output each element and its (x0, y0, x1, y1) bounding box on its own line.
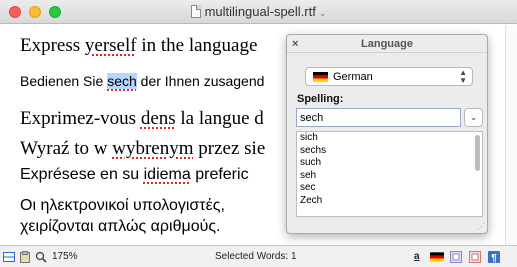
text-segment: Bedienen Sie (20, 73, 108, 89)
chevron-down-icon[interactable]: ⌄ (319, 8, 327, 18)
text-line-german: Bedienen Sie sech der Ihnen zusagend (20, 73, 264, 89)
suggestions-list[interactable]: sich sechs such seh sec Zech (296, 131, 483, 217)
text-line-greek-2: χειρίζονται απλώς αριθμούς. (20, 218, 221, 236)
vertical-scrollbar[interactable] (505, 25, 517, 245)
zoom-level[interactable]: 175% (52, 251, 78, 262)
paragraph-icon[interactable]: ¶ (488, 251, 500, 263)
text-segment: in the language (136, 35, 258, 56)
text-segment: przez sie (193, 138, 266, 159)
text-segment: Express (20, 35, 85, 56)
selected-misspelled-word[interactable]: sech (107, 73, 137, 89)
document-icon (190, 5, 201, 18)
list-item[interactable]: sich (297, 132, 482, 145)
clipboard-icon[interactable] (19, 251, 31, 263)
spelling-label: Spelling: (297, 93, 344, 105)
chevron-down-icon: ⌄ (469, 112, 478, 122)
svg-text:¶: ¶ (491, 253, 497, 263)
layout-icon[interactable] (3, 251, 15, 263)
list-item[interactable]: seh (297, 170, 482, 183)
misspelled-word[interactable]: wybrenym (112, 138, 193, 159)
text-segment: χειρίζονται απλώς αριθμούς. (20, 218, 221, 235)
document-window: multilingual-spell.rtf ⌄ Express yerself … (0, 0, 517, 267)
misspelled-word[interactable]: dens (141, 108, 176, 129)
resize-grip-icon[interactable]: ⋰ (477, 222, 485, 231)
language-name: German (333, 71, 373, 83)
text-segment: der Ihnen zusagend (136, 73, 265, 89)
selected-words-count: Selected Words: 1 (215, 251, 297, 262)
text-segment: Οι ηλεκτρονικοί υπολογιστές, (20, 197, 225, 214)
spelling-input[interactable] (296, 108, 461, 127)
misspelled-word[interactable]: idiema (144, 166, 191, 183)
text-segment: Exprimez-vous (20, 108, 141, 129)
language-select[interactable]: German ▲ ▼ (305, 67, 473, 86)
spelling-dropdown-button[interactable]: ⌄ (464, 108, 483, 127)
text-line-french: Exprimez-vous dens la langue d (20, 108, 264, 130)
list-item[interactable]: Zech (297, 195, 482, 208)
list-item[interactable]: sechs (297, 145, 482, 158)
status-bar: 175% Selected Words: 1 a ¶ (0, 245, 517, 267)
updown-arrows-icon: ▲ ▼ (459, 68, 467, 85)
text-line-english: Express yerself in the language (20, 35, 257, 57)
text-segment: la langue d (175, 108, 264, 129)
text-segment: Exprésese en su (20, 166, 144, 183)
window-title[interactable]: multilingual-spell.rtf ⌄ (0, 4, 517, 19)
text-segment: Wyraź to w (20, 138, 113, 159)
page-layout-icon[interactable] (469, 251, 481, 263)
list-item[interactable]: such (297, 157, 482, 170)
german-flag-icon[interactable] (430, 252, 444, 262)
underline-char-icon[interactable]: a (414, 251, 420, 262)
text-line-greek-1: Οι ηλεκτρονικοί υπολογιστές, (20, 197, 225, 215)
title-bar[interactable]: multilingual-spell.rtf ⌄ (0, 0, 517, 24)
document-format-icon[interactable] (450, 251, 462, 263)
language-panel: Language × German ▲▼ Spelling: ⌄ sich se… (286, 34, 488, 234)
window-title-text: multilingual-spell.rtf (204, 4, 316, 19)
text-line-spanish: Exprésese en su idiema preferic (20, 166, 249, 184)
magnifier-icon[interactable] (35, 251, 47, 263)
list-item[interactable]: sec (297, 182, 482, 195)
text-segment: preferic (190, 166, 249, 183)
misspelled-word[interactable]: yerself (85, 35, 137, 56)
panel-title: Language (287, 35, 487, 53)
suggestions-scrollbar[interactable] (475, 135, 480, 171)
panel-close-icon[interactable]: × (292, 35, 298, 53)
text-line-polish: Wyraź to w wybrenym przez sie (20, 138, 265, 160)
german-flag-icon (313, 72, 328, 82)
